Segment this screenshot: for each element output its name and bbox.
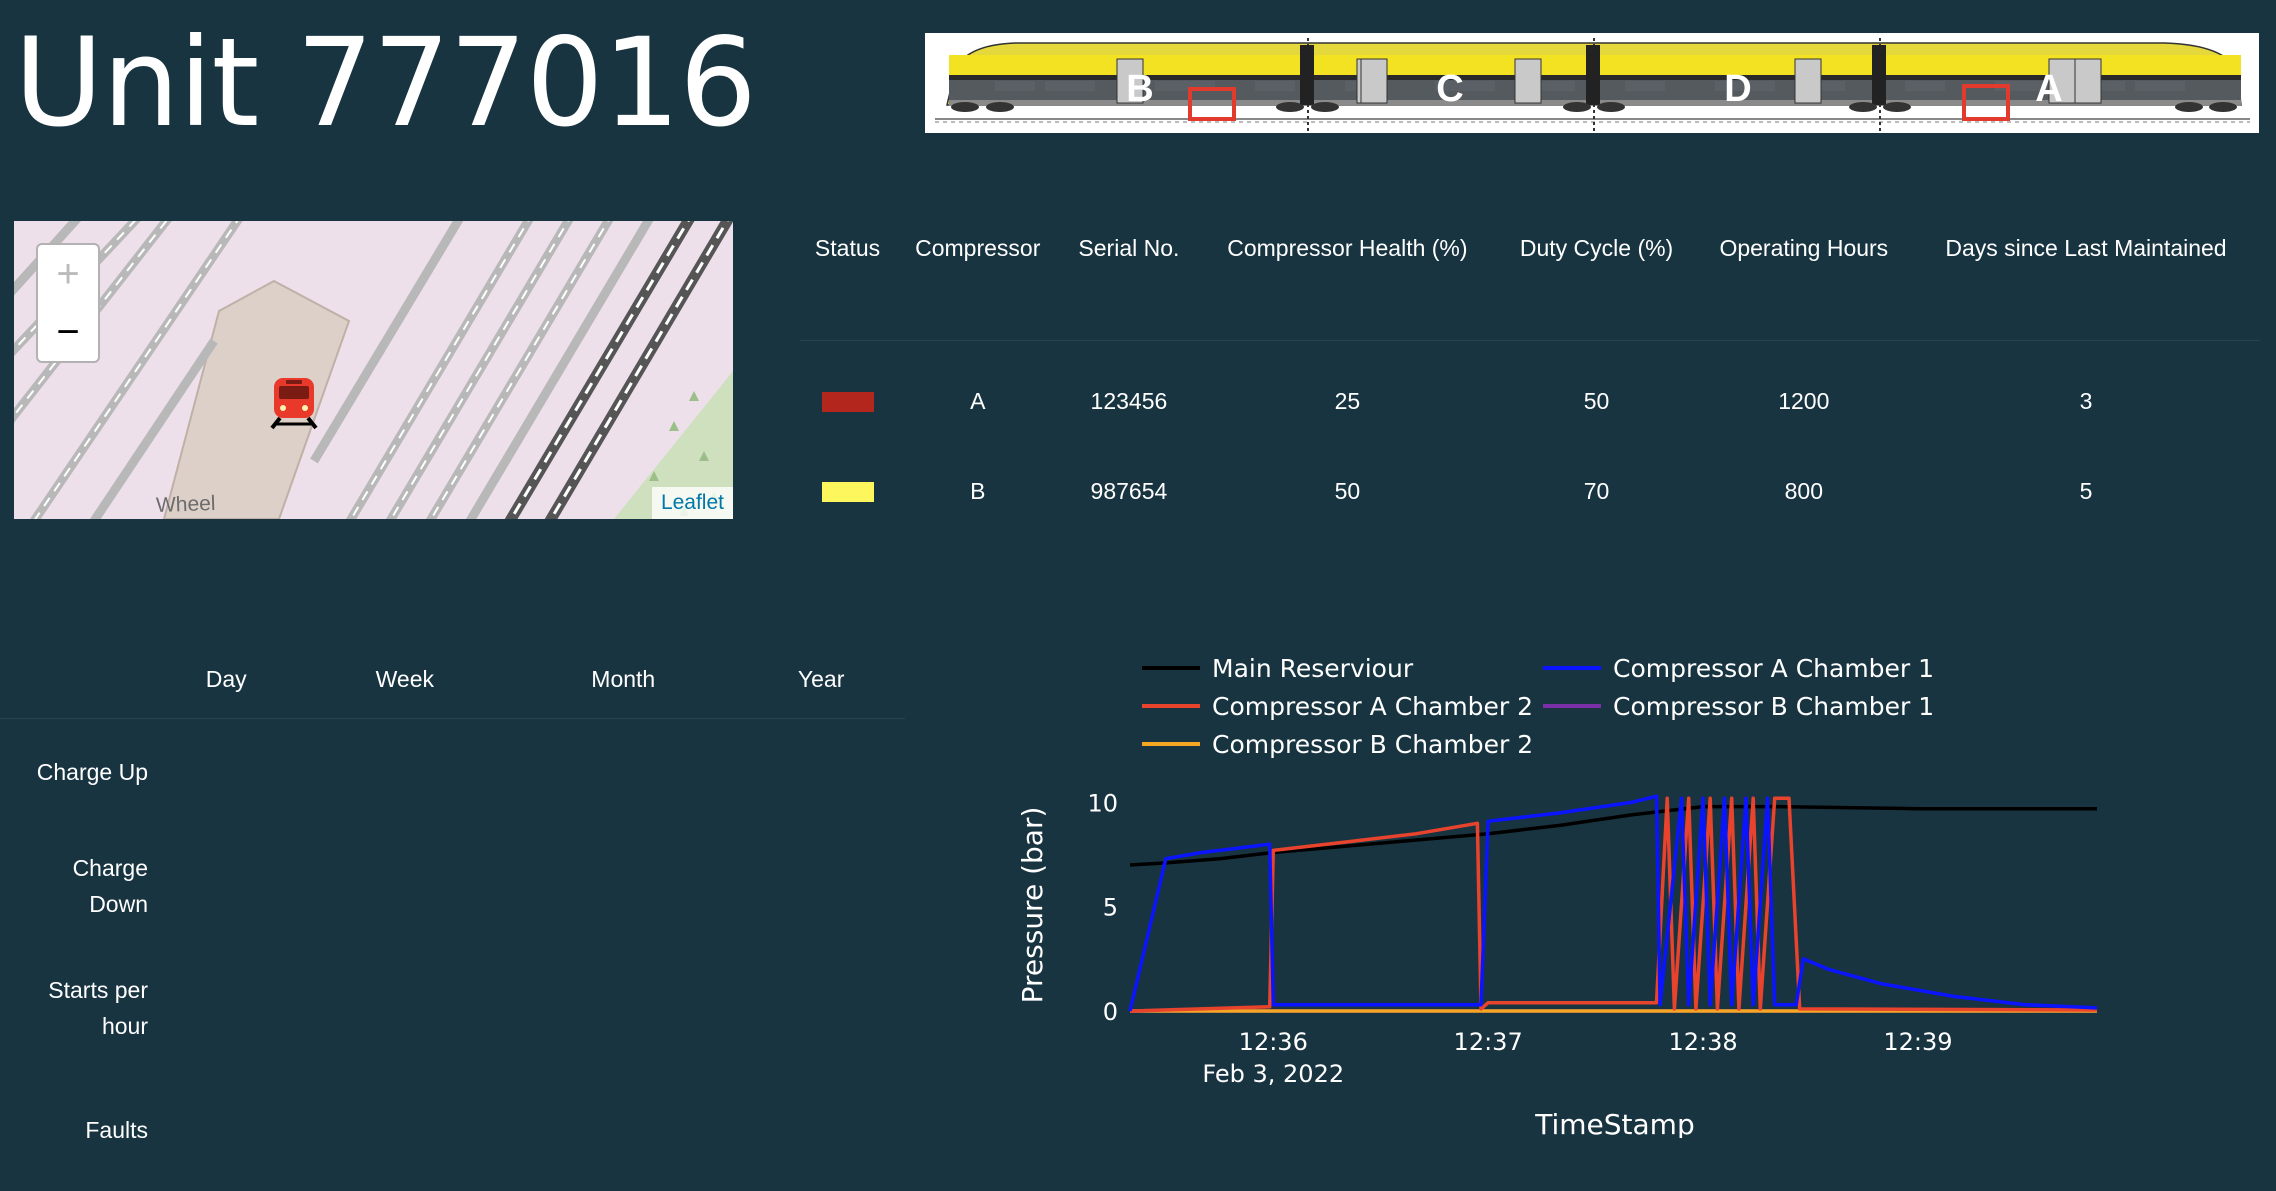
compressor-cell: B xyxy=(970,477,986,504)
health-cell: 50 xyxy=(1334,477,1361,504)
legend-label: Main Reserviour xyxy=(1212,654,1414,683)
stats-table: Day Week Month Year Charge Up Charge Dow… xyxy=(0,640,905,1191)
legend-item[interactable]: Compressor B Chamber 1 xyxy=(1543,692,1934,721)
table-row: B 987654 50 70 800 5 xyxy=(800,449,2260,533)
y-tick-label: 5 xyxy=(1103,894,1118,922)
column-header-status[interactable]: Status xyxy=(800,220,896,341)
chart-axes: 0 5 10 12:36 Feb 3, 2022 12:37 12:38 12:39 xyxy=(1087,789,1952,1088)
y-tick-label: 10 xyxy=(1087,789,1118,817)
column-header-week[interactable]: Week xyxy=(300,640,510,719)
table-row: A 123456 25 50 1200 3 xyxy=(800,341,2260,450)
pressure-chart[interactable]: Main Reserviour Compressor A Chamber 1 Com… xyxy=(990,640,2160,1138)
map-place-label: Wheel xyxy=(155,491,216,518)
legend-item[interactable]: Main Reserviour xyxy=(1142,654,1414,683)
serial-cell: 987654 xyxy=(1090,477,1168,504)
car-label-a: A xyxy=(2035,68,2062,110)
plot-area[interactable] xyxy=(1128,794,2098,1013)
column-header-health[interactable]: Compressor Health (%) xyxy=(1197,220,1498,341)
legend-item[interactable]: Compressor A Chamber 2 xyxy=(1142,692,1533,721)
serial-cell: 123456 xyxy=(1090,387,1168,414)
train-diagram: B C D A xyxy=(925,33,2259,133)
chart-legend[interactable]: Main Reserviour Compressor A Chamber 1 Com… xyxy=(1142,654,1934,759)
column-header-serial[interactable]: Serial No. xyxy=(1060,220,1198,341)
status-cell xyxy=(800,449,895,533)
x-tick-label: 12:39 xyxy=(1883,1028,1952,1056)
table-row: Faults xyxy=(0,1069,905,1191)
column-header-days-since-maintained[interactable]: Days since Last Maintained xyxy=(1911,220,2260,341)
column-header-compressor[interactable]: Compressor xyxy=(895,220,1061,341)
y-axis-label: Pressure (bar) xyxy=(1016,807,1049,1004)
x-date-label: Feb 3, 2022 xyxy=(1202,1060,1344,1088)
car-label-b: B xyxy=(1126,68,1153,110)
series-line-0[interactable] xyxy=(1129,804,2097,867)
page-title: Unit 777016 xyxy=(14,12,757,154)
health-cell: 25 xyxy=(1334,387,1361,414)
legend-label: Compressor A Chamber 2 xyxy=(1212,692,1533,721)
x-tick-label: 12:37 xyxy=(1454,1028,1523,1056)
zoom-out-button[interactable]: − xyxy=(36,303,100,363)
column-header-month[interactable]: Month xyxy=(509,640,738,719)
row-header-charge-down: Charge Down xyxy=(72,855,148,917)
column-header-operating-hours[interactable]: Operating Hours xyxy=(1695,220,1912,341)
zoom-in-button[interactable]: + xyxy=(36,243,100,304)
table-row: Starts per hour xyxy=(0,947,905,1069)
series-line-1[interactable] xyxy=(1128,794,2098,1012)
duty-cell: 70 xyxy=(1583,477,1610,504)
car-label-c: C xyxy=(1436,68,1463,110)
x-tick-label: 12:38 xyxy=(1668,1028,1737,1056)
legend-label: Compressor B Chamber 2 xyxy=(1212,730,1533,759)
x-tick-label: 12:36 xyxy=(1239,1028,1308,1056)
train-icon[interactable] xyxy=(266,374,322,430)
compressor-table: Status Compressor Serial No. Compressor … xyxy=(800,220,2260,533)
map-tiles xyxy=(14,221,733,519)
stats-corner xyxy=(0,640,152,719)
row-header-starts-per-hour: Starts per hour xyxy=(48,977,148,1039)
hours-cell: 800 xyxy=(1784,477,1823,504)
status-cell xyxy=(800,341,895,450)
car-label-d: D xyxy=(1724,68,1751,110)
y-tick-label: 0 xyxy=(1103,998,1118,1026)
duty-cell: 50 xyxy=(1583,387,1610,414)
hours-cell: 1200 xyxy=(1778,387,1830,414)
days-cell: 3 xyxy=(2079,387,2093,414)
table-row: Charge Up xyxy=(0,719,905,826)
table-row: Charge Down xyxy=(0,825,905,947)
status-indicator xyxy=(821,482,874,503)
legend-item[interactable]: Compressor A Chamber 1 xyxy=(1543,654,1934,683)
status-indicator xyxy=(821,392,874,413)
legend-item[interactable]: Compressor B Chamber 2 xyxy=(1142,730,1533,759)
column-header-day[interactable]: Day xyxy=(152,640,301,719)
map-attribution-link[interactable]: Leaflet xyxy=(651,487,733,519)
days-cell: 5 xyxy=(2079,477,2093,504)
row-header-faults: Faults xyxy=(85,1117,148,1143)
legend-label: Compressor B Chamber 1 xyxy=(1613,692,1934,721)
row-header-charge-up: Charge Up xyxy=(36,759,148,785)
map-panel[interactable]: + − Wheel Leaflet xyxy=(14,221,733,519)
legend-label: Compressor A Chamber 1 xyxy=(1613,654,1934,683)
series-line-2[interactable] xyxy=(1129,796,2098,1013)
column-header-duty-cycle[interactable]: Duty Cycle (%) xyxy=(1497,220,1696,341)
x-axis-label: TimeStamp xyxy=(1534,1108,1694,1138)
compressor-cell: A xyxy=(970,387,986,414)
column-header-year[interactable]: Year xyxy=(737,640,905,719)
